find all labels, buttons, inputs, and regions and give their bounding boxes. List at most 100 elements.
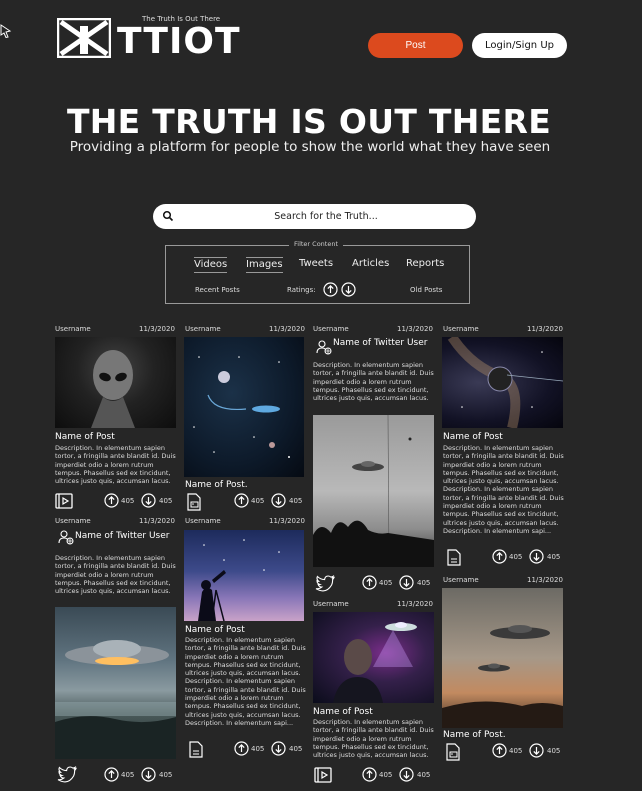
post-image-telescope[interactable] xyxy=(184,530,304,621)
upvote-icon[interactable] xyxy=(104,767,119,782)
post-username[interactable]: Username xyxy=(443,325,479,333)
twitter-user-name[interactable]: Name of Twitter User xyxy=(75,531,170,541)
downvote-count: 405 xyxy=(289,745,303,753)
downvote-count: 405 xyxy=(417,579,431,587)
search-bar[interactable] xyxy=(153,204,476,229)
upvote-count: 405 xyxy=(509,747,523,755)
video-icon xyxy=(314,767,332,783)
upvote-icon[interactable] xyxy=(362,767,377,782)
upvote-icon[interactable] xyxy=(492,743,507,758)
downvote-icon[interactable] xyxy=(141,493,156,508)
video-icon xyxy=(55,493,73,509)
upvote-count: 405 xyxy=(251,497,265,505)
upvote-count: 405 xyxy=(379,579,393,587)
post-image-space[interactable] xyxy=(184,337,304,477)
tab-videos[interactable]: Videos xyxy=(194,257,228,273)
upvote-icon[interactable] xyxy=(234,741,249,756)
article-icon xyxy=(189,741,203,758)
post-date: 11/3/2020 xyxy=(397,600,433,608)
upvote-count: 405 xyxy=(121,771,135,779)
image-file-icon xyxy=(446,743,460,761)
downvote-icon[interactable] xyxy=(529,549,544,564)
post-date: 11/3/2020 xyxy=(269,325,305,333)
downvote-count: 405 xyxy=(547,747,561,755)
hero-title: THE TRUTH IS OUT THERE xyxy=(66,102,552,141)
post-title[interactable]: Name of Post xyxy=(313,707,373,717)
post-description: Description. In elementum sapien tortor,… xyxy=(185,636,306,727)
post-title[interactable]: Name of Post xyxy=(55,432,115,442)
post-date: 11/3/2020 xyxy=(269,517,305,525)
post-description: Description. In elementum sapien tortor,… xyxy=(55,554,176,596)
post-button[interactable]: Post xyxy=(368,33,463,58)
post-title[interactable]: Name of Post. xyxy=(443,730,506,740)
post-title[interactable]: Name of Post xyxy=(443,432,503,442)
post-title[interactable]: Name of Post xyxy=(185,625,245,635)
post-image-alien[interactable] xyxy=(55,337,176,428)
tab-articles[interactable]: Articles xyxy=(352,258,389,271)
post-title[interactable]: Name of Post. xyxy=(185,480,248,490)
post-description: Description. In elementum sapien tortor,… xyxy=(313,361,434,403)
upvote-icon[interactable] xyxy=(492,549,507,564)
downvote-count: 405 xyxy=(159,497,173,505)
article-icon xyxy=(447,549,461,566)
post-username[interactable]: Username xyxy=(55,325,91,333)
post-username[interactable]: Username xyxy=(443,576,479,584)
upvote-count: 405 xyxy=(379,771,393,779)
post-username[interactable]: Username xyxy=(313,325,349,333)
downvote-icon[interactable] xyxy=(529,743,544,758)
logo-icon[interactable] xyxy=(57,18,111,58)
tab-reports[interactable]: Reports xyxy=(406,258,444,271)
post-date: 11/3/2020 xyxy=(139,517,175,525)
post-date: 11/3/2020 xyxy=(527,325,563,333)
downvote-count: 405 xyxy=(289,497,303,505)
downvote-icon[interactable] xyxy=(141,767,156,782)
search-input[interactable] xyxy=(183,204,469,229)
recent-posts-link[interactable]: Recent Posts xyxy=(195,286,240,294)
upvote-icon[interactable] xyxy=(234,493,249,508)
downvote-icon[interactable] xyxy=(271,741,286,756)
hero-subtitle: Providing a platform for people to show … xyxy=(69,139,551,155)
post-date: 11/3/2020 xyxy=(527,576,563,584)
downvote-count: 405 xyxy=(159,771,173,779)
twitter-user-name[interactable]: Name of Twitter User xyxy=(333,338,428,348)
post-description: Description. In elementum sapien tortor,… xyxy=(313,718,434,760)
downvote-count: 405 xyxy=(547,553,561,561)
upvote-icon[interactable] xyxy=(104,493,119,508)
tab-images[interactable]: Images xyxy=(246,257,283,273)
post-image-ufo-bw[interactable] xyxy=(313,415,434,567)
image-file-icon xyxy=(187,493,201,511)
post-description: Description. In elementum sapien tortor,… xyxy=(55,444,176,486)
post-username[interactable]: Username xyxy=(313,600,349,608)
downvote-icon[interactable] xyxy=(399,575,414,590)
post-image-galaxy[interactable] xyxy=(442,337,563,428)
downvote-count: 405 xyxy=(417,771,431,779)
post-date: 11/3/2020 xyxy=(397,325,433,333)
post-username[interactable]: Username xyxy=(185,517,221,525)
rating-down-icon[interactable] xyxy=(341,282,356,297)
post-username[interactable]: Username xyxy=(55,517,91,525)
post-image-ufos-desert[interactable] xyxy=(442,588,563,728)
twitter-icon xyxy=(315,575,335,592)
logo-wordmark[interactable]: TTIOT xyxy=(117,24,241,60)
post-image-ufo-lake[interactable] xyxy=(55,607,176,759)
user-globe-icon xyxy=(58,530,74,545)
post-image-man-ufo[interactable] xyxy=(313,612,434,703)
post-date: 11/3/2020 xyxy=(139,325,175,333)
login-signup-button[interactable]: Login/Sign Up xyxy=(472,33,567,58)
upvote-count: 405 xyxy=(121,497,135,505)
upvote-count: 405 xyxy=(251,745,265,753)
cursor-icon xyxy=(0,24,12,38)
filter-panel: Filter Content Videos Images Tweets Arti… xyxy=(165,240,470,304)
filter-legend: Filter Content xyxy=(289,240,344,248)
ratings-label: Ratings: xyxy=(287,286,316,294)
user-globe-icon xyxy=(316,340,332,355)
post-description: Description. In elementum sapien tortor,… xyxy=(443,444,564,535)
rating-up-icon[interactable] xyxy=(323,282,338,297)
upvote-icon[interactable] xyxy=(362,575,377,590)
search-icon[interactable] xyxy=(162,210,174,222)
tab-tweets[interactable]: Tweets xyxy=(299,258,333,271)
old-posts-link[interactable]: Old Posts xyxy=(410,286,442,294)
downvote-icon[interactable] xyxy=(399,767,414,782)
downvote-icon[interactable] xyxy=(271,493,286,508)
post-username[interactable]: Username xyxy=(185,325,221,333)
